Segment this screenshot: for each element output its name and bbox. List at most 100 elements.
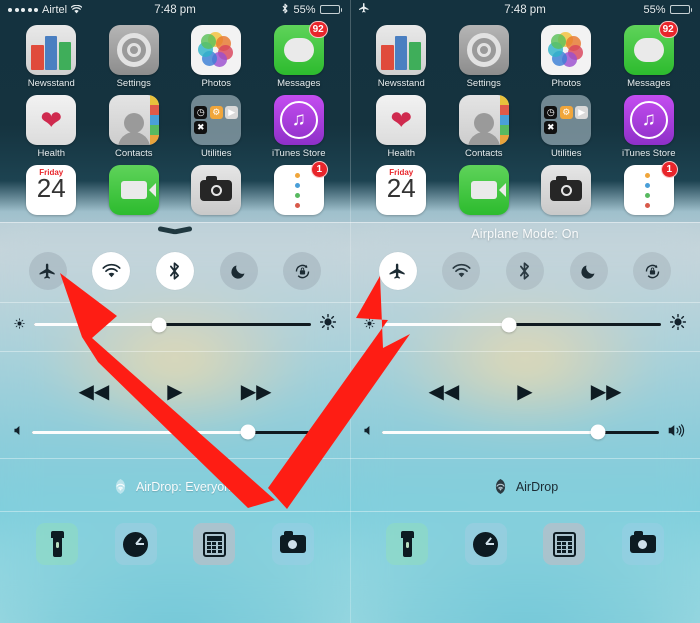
camera-icon: [279, 531, 306, 553]
volume-slider-row: [350, 402, 700, 440]
app-contacts[interactable]: Contacts: [99, 95, 169, 159]
status-bar: Airtel 7:48 pm 55%: [0, 0, 350, 19]
do-not-disturb-toggle[interactable]: [569, 252, 608, 290]
app-messages[interactable]: 92 Messages: [614, 21, 684, 89]
airplane-icon: [358, 2, 370, 17]
app-utilities-folder[interactable]: ◷ ⚙ ▶ ✖ Utilities: [181, 95, 251, 159]
app-calendar[interactable]: Friday 24: [366, 165, 436, 215]
wifi-toggle[interactable]: [442, 252, 481, 290]
play-button[interactable]: ▶: [517, 382, 532, 402]
app-itunes-store[interactable]: ♫ iTunes Store: [614, 95, 684, 159]
timer-icon: [473, 531, 499, 557]
wifi-toggle[interactable]: [92, 252, 131, 290]
app-settings[interactable]: Settings: [449, 25, 519, 89]
play-button[interactable]: ▶: [167, 382, 182, 402]
flashlight-button[interactable]: [386, 523, 429, 565]
calendar-date: 24: [36, 173, 66, 203]
volume-slider[interactable]: [382, 424, 659, 440]
facetime-icon: [458, 165, 509, 215]
itunes-store-icon: ♫: [273, 95, 324, 145]
brightness-low-icon: [364, 317, 375, 332]
app-facetime[interactable]: [449, 165, 519, 215]
app-newsstand[interactable]: Newsstand: [16, 25, 86, 89]
home-screen-icons: Newsstand Settings Photos 92 Messages ❤ …: [0, 19, 350, 224]
status-bar: 7:48 pm 55%: [350, 0, 700, 19]
airdrop-row[interactable]: AirDrop: Everyone: [0, 459, 350, 495]
utilities-folder-icon: ◷ ⚙ ▶ ✖: [191, 95, 242, 145]
airdrop-row[interactable]: AirDrop: [350, 459, 700, 495]
app-label: Messages: [627, 78, 671, 89]
app-health[interactable]: ❤ Health: [366, 95, 436, 159]
settings-icon: [108, 25, 159, 75]
airplane-mode-toggle[interactable]: [28, 252, 67, 290]
calculator-button[interactable]: [193, 523, 236, 565]
settings-icon: [458, 25, 509, 75]
app-reminders[interactable]: 1: [264, 161, 334, 215]
app-photos[interactable]: Photos: [531, 25, 601, 89]
app-label: iTunes Store: [271, 148, 326, 159]
previous-track-button[interactable]: ◀◀: [79, 382, 110, 402]
photos-icon: [191, 25, 242, 75]
app-camera[interactable]: [181, 165, 251, 215]
app-reminders[interactable]: 1: [614, 161, 684, 215]
app-camera[interactable]: [531, 165, 601, 215]
camera-button[interactable]: [271, 523, 314, 565]
icon-row-2: ❤ Health Contacts ◷ ⚙ ▶ ✖ Utilities ♫ iT…: [0, 95, 350, 159]
brightness-slider[interactable]: [34, 317, 311, 332]
media-transport-controls: ◀◀ ▶ ▶▶: [0, 352, 350, 402]
toggle-row: [0, 246, 350, 290]
bluetooth-toggle[interactable]: [505, 252, 544, 290]
brightness-low-icon: [14, 317, 25, 332]
app-label: Contacts: [115, 148, 153, 159]
next-track-button[interactable]: ▶▶: [591, 382, 622, 402]
timer-button[interactable]: [464, 523, 507, 565]
camera-icon: [541, 165, 592, 215]
app-itunes-store[interactable]: ♫ iTunes Store: [264, 95, 334, 159]
control-center-grabber[interactable]: [0, 223, 350, 246]
camera-button[interactable]: [621, 523, 664, 565]
wifi-icon: [70, 4, 83, 14]
timer-button[interactable]: [114, 523, 157, 565]
icon-row-1: Newsstand Settings Photos 92 Messages: [350, 21, 700, 89]
brightness-high-icon: [669, 313, 687, 335]
media-transport-controls: ◀◀ ▶ ▶▶: [350, 352, 700, 402]
bluetooth-toggle[interactable]: [155, 252, 194, 290]
timer-icon: [123, 531, 149, 557]
rotation-lock-toggle[interactable]: [633, 252, 672, 290]
do-not-disturb-toggle[interactable]: [219, 252, 258, 290]
app-contacts[interactable]: Contacts: [449, 95, 519, 159]
app-photos[interactable]: Photos: [181, 25, 251, 89]
camera-icon: [191, 165, 242, 215]
volume-slider[interactable]: [32, 424, 309, 440]
app-label: Messages: [277, 78, 321, 89]
contacts-icon: [458, 95, 509, 145]
chevron-down-grabber-icon: [158, 226, 192, 235]
app-settings[interactable]: Settings: [99, 25, 169, 89]
signal-strength-dots: [8, 7, 38, 12]
airdrop-icon: [112, 478, 129, 495]
brightness-slider[interactable]: [384, 317, 661, 332]
calculator-button[interactable]: [543, 523, 586, 565]
app-label: Settings: [116, 78, 151, 89]
shortcut-row: [0, 512, 350, 565]
control-center: Airplane Mode: On ◀◀ ▶ ▶▶ AirDrop: [350, 222, 700, 623]
battery-icon: [669, 5, 692, 14]
next-track-button[interactable]: ▶▶: [241, 382, 272, 402]
phone-panel-left: Airtel 7:48 pm 55% Newsstand Settings Ph…: [0, 0, 350, 623]
airdrop-label: AirDrop: [515, 479, 559, 494]
app-messages[interactable]: 92 Messages: [264, 21, 334, 89]
app-calendar[interactable]: Friday 24: [16, 165, 86, 215]
previous-track-button[interactable]: ◀◀: [429, 382, 460, 402]
battery-percent-label: 55%: [293, 3, 316, 16]
rotation-lock-toggle[interactable]: [283, 252, 322, 290]
app-facetime[interactable]: [99, 165, 169, 215]
airplane-mode-toggle[interactable]: [378, 252, 417, 290]
app-health[interactable]: ❤ Health: [16, 95, 86, 159]
icon-row-2: ❤ Health Contacts ◷ ⚙ ▶ ✖ Utilities ♫ iT…: [350, 95, 700, 159]
app-label: Photos: [201, 78, 232, 89]
flashlight-button[interactable]: [36, 523, 79, 565]
status-bar-left: [350, 2, 478, 17]
app-label: Newsstand: [27, 78, 75, 89]
app-newsstand[interactable]: Newsstand: [366, 25, 436, 89]
app-utilities-folder[interactable]: ◷ ⚙ ▶ ✖ Utilities: [531, 95, 601, 159]
